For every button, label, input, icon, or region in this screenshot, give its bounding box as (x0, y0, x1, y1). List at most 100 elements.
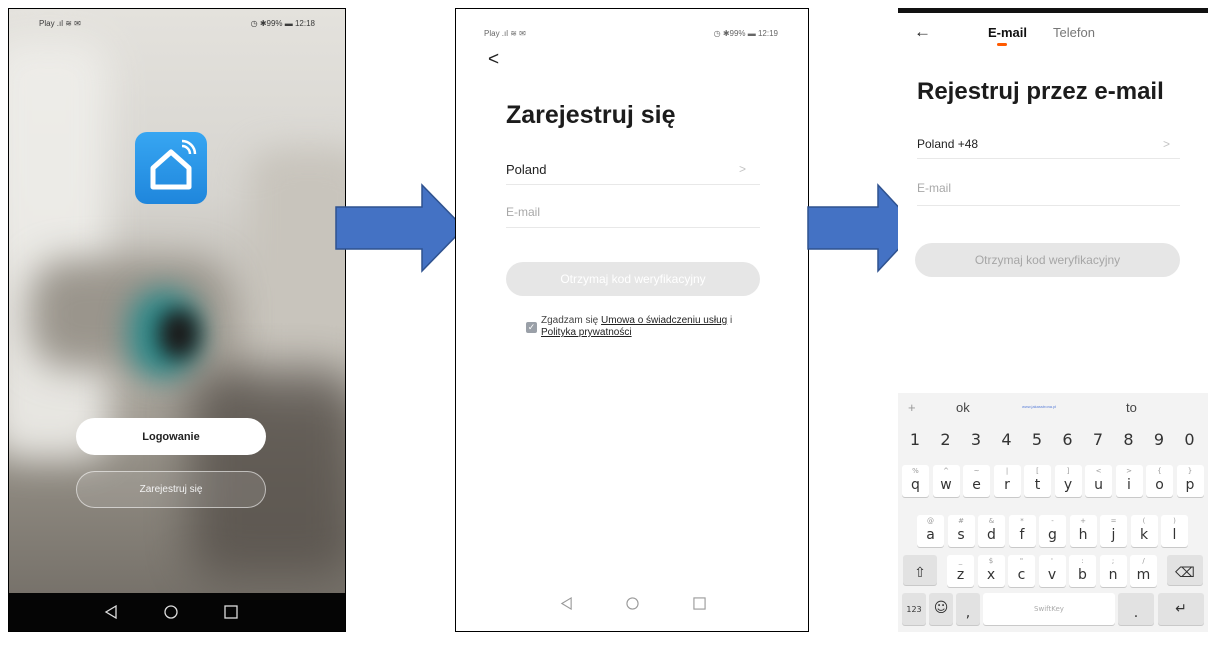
letter-key[interactable]: [t (1024, 465, 1051, 497)
nav-back-icon[interactable] (104, 605, 118, 619)
number-key[interactable]: 0 (1177, 430, 1203, 449)
number-key[interactable]: 4 (994, 430, 1020, 449)
key-secondary-label: " (1019, 557, 1024, 565)
letter-key[interactable]: * f (1008, 515, 1036, 547)
suggestion-left[interactable]: ok (956, 400, 970, 415)
number-key[interactable]: 6 (1055, 430, 1081, 449)
letter-key[interactable]: $ x (977, 555, 1005, 587)
email-input[interactable]: E-mail (917, 178, 1180, 204)
keyboard-plus-icon[interactable]: + (908, 400, 916, 415)
letter-key[interactable]: _ z (947, 555, 974, 587)
key-secondary-label: * (1020, 517, 1024, 525)
page-title: Rejestruj przez e-mail (917, 78, 1164, 105)
key-label: w (940, 477, 952, 493)
shift-key[interactable]: ⇧ (903, 555, 937, 585)
letter-key[interactable]: ~ e (963, 465, 990, 497)
key-label: c (1017, 567, 1026, 583)
keyboard: + ok www.jakasstrona.pl to 1234567890 % q… (898, 393, 1208, 632)
get-verification-code-button[interactable]: Otrzymaj kod weryfikacyjny (506, 262, 760, 296)
letter-key[interactable]: / m (1130, 555, 1157, 587)
key-secondary-label: + (1080, 517, 1086, 525)
suggestion-center[interactable]: www.jakasstrona.pl (1022, 404, 1056, 409)
divider (917, 158, 1180, 159)
number-key[interactable]: 7 (1085, 430, 1111, 449)
letter-key[interactable]: } p (1176, 465, 1204, 497)
letter-key[interactable]: ) l (1161, 515, 1188, 547)
letter-key[interactable]: " c (1008, 555, 1035, 587)
background-blur (9, 39, 109, 459)
tab-email[interactable]: E-mail (988, 25, 1027, 40)
key-label: f (1019, 527, 1025, 543)
number-key[interactable]: 8 (1116, 430, 1142, 449)
comma-label: , (965, 605, 971, 621)
country-selector[interactable]: Poland > (506, 157, 760, 185)
emoji-key[interactable]: ☺ (929, 593, 953, 625)
letter-key[interactable]: < u (1085, 465, 1112, 497)
letter-key[interactable]: ; n (1099, 555, 1127, 587)
letter-key[interactable]: + h (1069, 515, 1097, 547)
letter-key[interactable]: :b (1069, 555, 1096, 587)
key-label: y (1063, 477, 1073, 493)
status-bar-right: ◷ ✱99% ▬ 12:19 (713, 29, 778, 38)
number-key[interactable]: 5 (1024, 430, 1050, 449)
suggestion-right[interactable]: to (1126, 400, 1137, 415)
app-logo-icon (135, 132, 207, 204)
number-key[interactable]: 2 (933, 430, 959, 449)
enter-key[interactable]: ↵ (1158, 593, 1204, 625)
key-label: u (1094, 477, 1103, 493)
backspace-key[interactable]: ⌫ (1167, 555, 1203, 585)
terms-link[interactable]: Umowa o świadczeniu usług (601, 315, 727, 326)
period-key[interactable]: . (1118, 593, 1154, 625)
comma-key[interactable]: , (956, 593, 980, 625)
letter-key[interactable]: ^ w (932, 465, 960, 497)
tab-phone[interactable]: Telefon (1053, 25, 1095, 40)
letter-key[interactable]: | r (993, 465, 1021, 497)
enter-icon: ↵ (1175, 601, 1187, 617)
register-button[interactable]: Zarejestruj się (76, 471, 266, 508)
login-button[interactable]: Logowanie (76, 418, 266, 455)
key-secondary-label: ' (1051, 557, 1053, 565)
privacy-policy-link[interactable]: Polityka prywatności (541, 327, 632, 338)
get-verification-code-button[interactable]: Otrzymaj kod weryfikacyjny (915, 243, 1180, 277)
letter-key[interactable]: ] y (1054, 465, 1082, 497)
nav-recents-icon[interactable] (693, 597, 706, 610)
key-label: o (1155, 477, 1164, 493)
space-key[interactable]: SwiftKey (983, 593, 1115, 625)
number-key[interactable]: 9 (1146, 430, 1172, 449)
number-key[interactable]: 3 (963, 430, 989, 449)
key-label: a (926, 527, 935, 543)
key-secondary-label: @ (927, 517, 934, 525)
letter-key[interactable]: ' v (1038, 555, 1066, 587)
nav-home-icon[interactable] (164, 605, 178, 619)
status-bar-left: Play .ıl ≋ ✉ (39, 19, 81, 28)
letter-key[interactable]: = j (1100, 515, 1127, 547)
letter-key[interactable]: @ a (917, 515, 944, 547)
key-label: e (972, 477, 981, 493)
letter-key[interactable]: % q (902, 465, 929, 497)
back-arrow-icon[interactable]: ← (914, 22, 931, 42)
divider (506, 227, 760, 228)
letter-key[interactable]: # s (947, 515, 975, 547)
country-selector[interactable]: Poland +48 > (917, 134, 1180, 160)
nav-back-icon[interactable] (560, 597, 573, 610)
key-secondary-label: [ (1036, 467, 1039, 475)
letter-key[interactable]: > i (1115, 465, 1143, 497)
key-123[interactable]: 123 (902, 593, 926, 625)
nav-recents-icon[interactable] (224, 605, 238, 619)
letter-key[interactable]: & d (978, 515, 1005, 547)
nav-home-icon[interactable] (626, 597, 639, 610)
login-screen: Play .ıl ≋ ✉ ◷ ✱99% ▬ 12:18 Logowanie Za… (8, 8, 346, 632)
key-label: i (1127, 477, 1131, 493)
letter-key[interactable]: (k (1130, 515, 1158, 547)
key-secondary-label: ~ (973, 467, 980, 475)
email-input[interactable]: E-mail (506, 199, 760, 227)
chevron-right-icon: > (1162, 137, 1170, 151)
number-key[interactable]: 1 (902, 430, 928, 449)
letter-key[interactable]: {o (1146, 465, 1173, 497)
agreement-and: i (727, 315, 733, 326)
key-label: j (1111, 527, 1116, 543)
agree-checkbox[interactable]: ✓ (526, 322, 537, 333)
letter-key[interactable]: -g (1039, 515, 1066, 547)
email-placeholder: E-mail (917, 181, 952, 195)
back-icon[interactable]: < (488, 49, 499, 71)
